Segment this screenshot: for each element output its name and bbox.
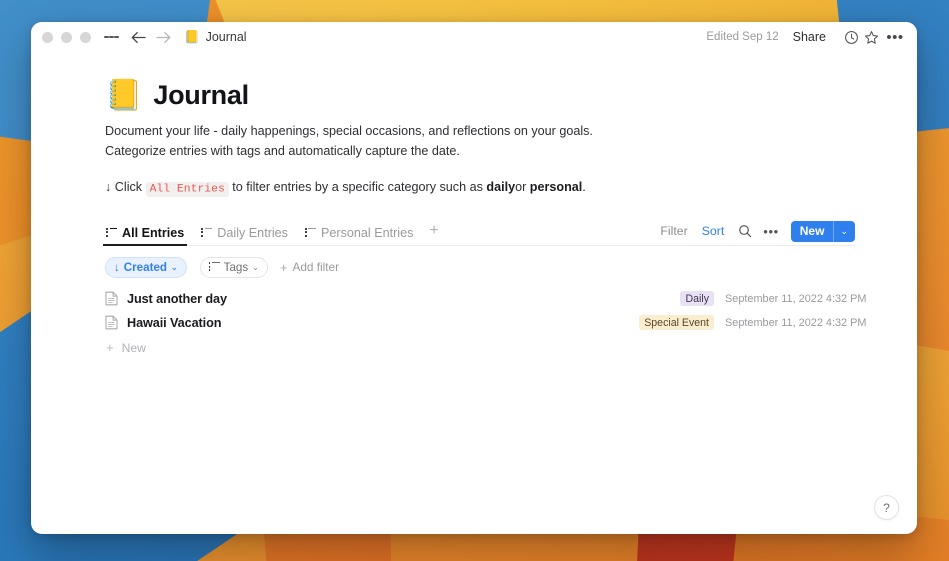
minimize-button[interactable] bbox=[61, 31, 72, 43]
view-tabs: All Entries Daily Entries Personal Entri… bbox=[102, 219, 855, 246]
new-button[interactable]: New ⌄ bbox=[790, 220, 855, 242]
table-row[interactable]: Hawaii Vacation Special Event September … bbox=[105, 311, 867, 335]
description-line-2: Categorize entries with tags and automat… bbox=[105, 143, 460, 158]
callout-conjunction: or bbox=[515, 180, 527, 195]
titlebar-actions: Edited Sep 12 Share ••• bbox=[706, 28, 904, 46]
plus-icon: + bbox=[106, 340, 114, 356]
document-icon bbox=[105, 291, 118, 306]
chevron-down-icon[interactable]: ⌄ bbox=[833, 220, 855, 242]
status-badge: Special Event bbox=[639, 315, 714, 331]
callout-bold-daily: daily bbox=[486, 180, 516, 195]
inline-code-all-entries: All Entries bbox=[145, 181, 229, 197]
page-title[interactable]: Journal bbox=[153, 80, 249, 111]
filter-chip-created-label: Created bbox=[123, 260, 167, 274]
list-view-icon bbox=[201, 227, 213, 238]
page-description: Document your life - daily happenings, s… bbox=[105, 122, 855, 161]
traffic-lights bbox=[42, 31, 91, 43]
description-line-1: Document your life - daily happenings, s… bbox=[105, 124, 593, 138]
page-content: 📒 Journal Document your life - daily hap… bbox=[31, 52, 917, 534]
hamburger-icon[interactable] bbox=[104, 30, 119, 45]
new-entry-label: New bbox=[121, 340, 146, 355]
list-view-icon bbox=[106, 227, 117, 238]
add-tab-button[interactable]: + bbox=[429, 222, 438, 245]
tab-all-entries-label: All Entries bbox=[122, 225, 185, 240]
callout-middle: to filter entries by a specific category… bbox=[232, 180, 483, 195]
forward-arrow-icon[interactable] bbox=[156, 31, 171, 44]
list-view-icon bbox=[304, 227, 316, 238]
tab-personal-entries-label: Personal Entries bbox=[320, 225, 414, 240]
entry-meta: Special Event September 11, 2022 4:32 PM bbox=[639, 315, 867, 331]
callout-bold-personal: personal bbox=[529, 180, 583, 195]
new-entry-row[interactable]: + New bbox=[105, 336, 855, 360]
view-more-icon[interactable]: ••• bbox=[763, 224, 778, 239]
add-filter-button[interactable]: + Add filter bbox=[280, 260, 339, 275]
page-header: 📒 Journal bbox=[105, 80, 855, 111]
entry-meta: Daily September 11, 2022 4:32 PM bbox=[680, 291, 867, 307]
list-view-icon bbox=[208, 262, 220, 272]
view-toolbar: Filter Sort ••• New ⌄ bbox=[660, 220, 855, 245]
filter-chip-created[interactable]: ↓ Created ⌄ bbox=[105, 256, 187, 278]
tab-personal-entries[interactable]: Personal Entries bbox=[304, 226, 414, 245]
entries-list: Just another day Daily September 11, 202… bbox=[105, 287, 867, 360]
share-button[interactable]: Share bbox=[793, 30, 826, 44]
tab-all-entries[interactable]: All Entries bbox=[102, 225, 188, 246]
maximize-button[interactable] bbox=[80, 31, 91, 43]
search-icon[interactable] bbox=[737, 223, 753, 239]
down-arrow-icon: ↓ bbox=[105, 180, 112, 195]
filter-chips: ↓ Created ⌄ Tags ⌄ + Add filter bbox=[105, 256, 855, 278]
table-row[interactable]: Just another day Daily September 11, 202… bbox=[105, 287, 867, 311]
sort-arrow-icon: ↓ bbox=[114, 260, 120, 274]
callout-prefix: Click bbox=[114, 180, 143, 195]
entry-date: September 11, 2022 4:32 PM bbox=[725, 292, 867, 305]
breadcrumb[interactable]: 📒 Journal bbox=[184, 30, 247, 44]
desktop-wallpaper: 📒 Journal Edited Sep 12 Share ••• 📒 Jour… bbox=[0, 0, 949, 561]
callout-suffix: . bbox=[582, 180, 586, 195]
more-options-icon[interactable]: ••• bbox=[886, 28, 904, 46]
app-window: 📒 Journal Edited Sep 12 Share ••• 📒 Jour… bbox=[31, 22, 917, 534]
tab-daily-entries[interactable]: Daily Entries bbox=[200, 226, 289, 245]
entry-title: Just another day bbox=[127, 291, 227, 306]
breadcrumb-label: Journal bbox=[205, 30, 247, 44]
filter-chip-tags[interactable]: Tags ⌄ bbox=[199, 256, 268, 278]
tab-daily-entries-label: Daily Entries bbox=[217, 225, 288, 240]
star-icon[interactable] bbox=[862, 28, 880, 46]
callout-instruction: ↓ Click All Entries to filter entries by… bbox=[105, 177, 855, 198]
sort-button[interactable]: Sort bbox=[702, 224, 725, 238]
entry-title: Hawaii Vacation bbox=[127, 315, 222, 330]
close-button[interactable] bbox=[42, 31, 53, 43]
plus-icon: + bbox=[279, 259, 288, 275]
help-button[interactable]: ? bbox=[874, 495, 899, 520]
edited-timestamp: Edited Sep 12 bbox=[706, 31, 779, 43]
status-badge: Daily bbox=[680, 291, 714, 307]
document-icon bbox=[105, 315, 118, 330]
entry-date: September 11, 2022 4:32 PM bbox=[725, 316, 867, 329]
add-filter-label: Add filter bbox=[292, 260, 340, 275]
clock-icon[interactable] bbox=[842, 28, 860, 46]
filter-button[interactable]: Filter bbox=[660, 224, 687, 238]
notebook-icon-large[interactable]: 📒 bbox=[105, 80, 142, 111]
back-arrow-icon[interactable] bbox=[131, 31, 146, 44]
filter-chip-tags-label: Tags bbox=[223, 260, 249, 274]
notebook-icon: 📒 bbox=[184, 29, 200, 44]
window-titlebar: 📒 Journal Edited Sep 12 Share ••• bbox=[31, 22, 917, 52]
new-button-label: New bbox=[799, 224, 825, 239]
chevron-down-icon: ⌄ bbox=[252, 262, 259, 272]
chevron-down-icon: ⌄ bbox=[170, 262, 178, 272]
